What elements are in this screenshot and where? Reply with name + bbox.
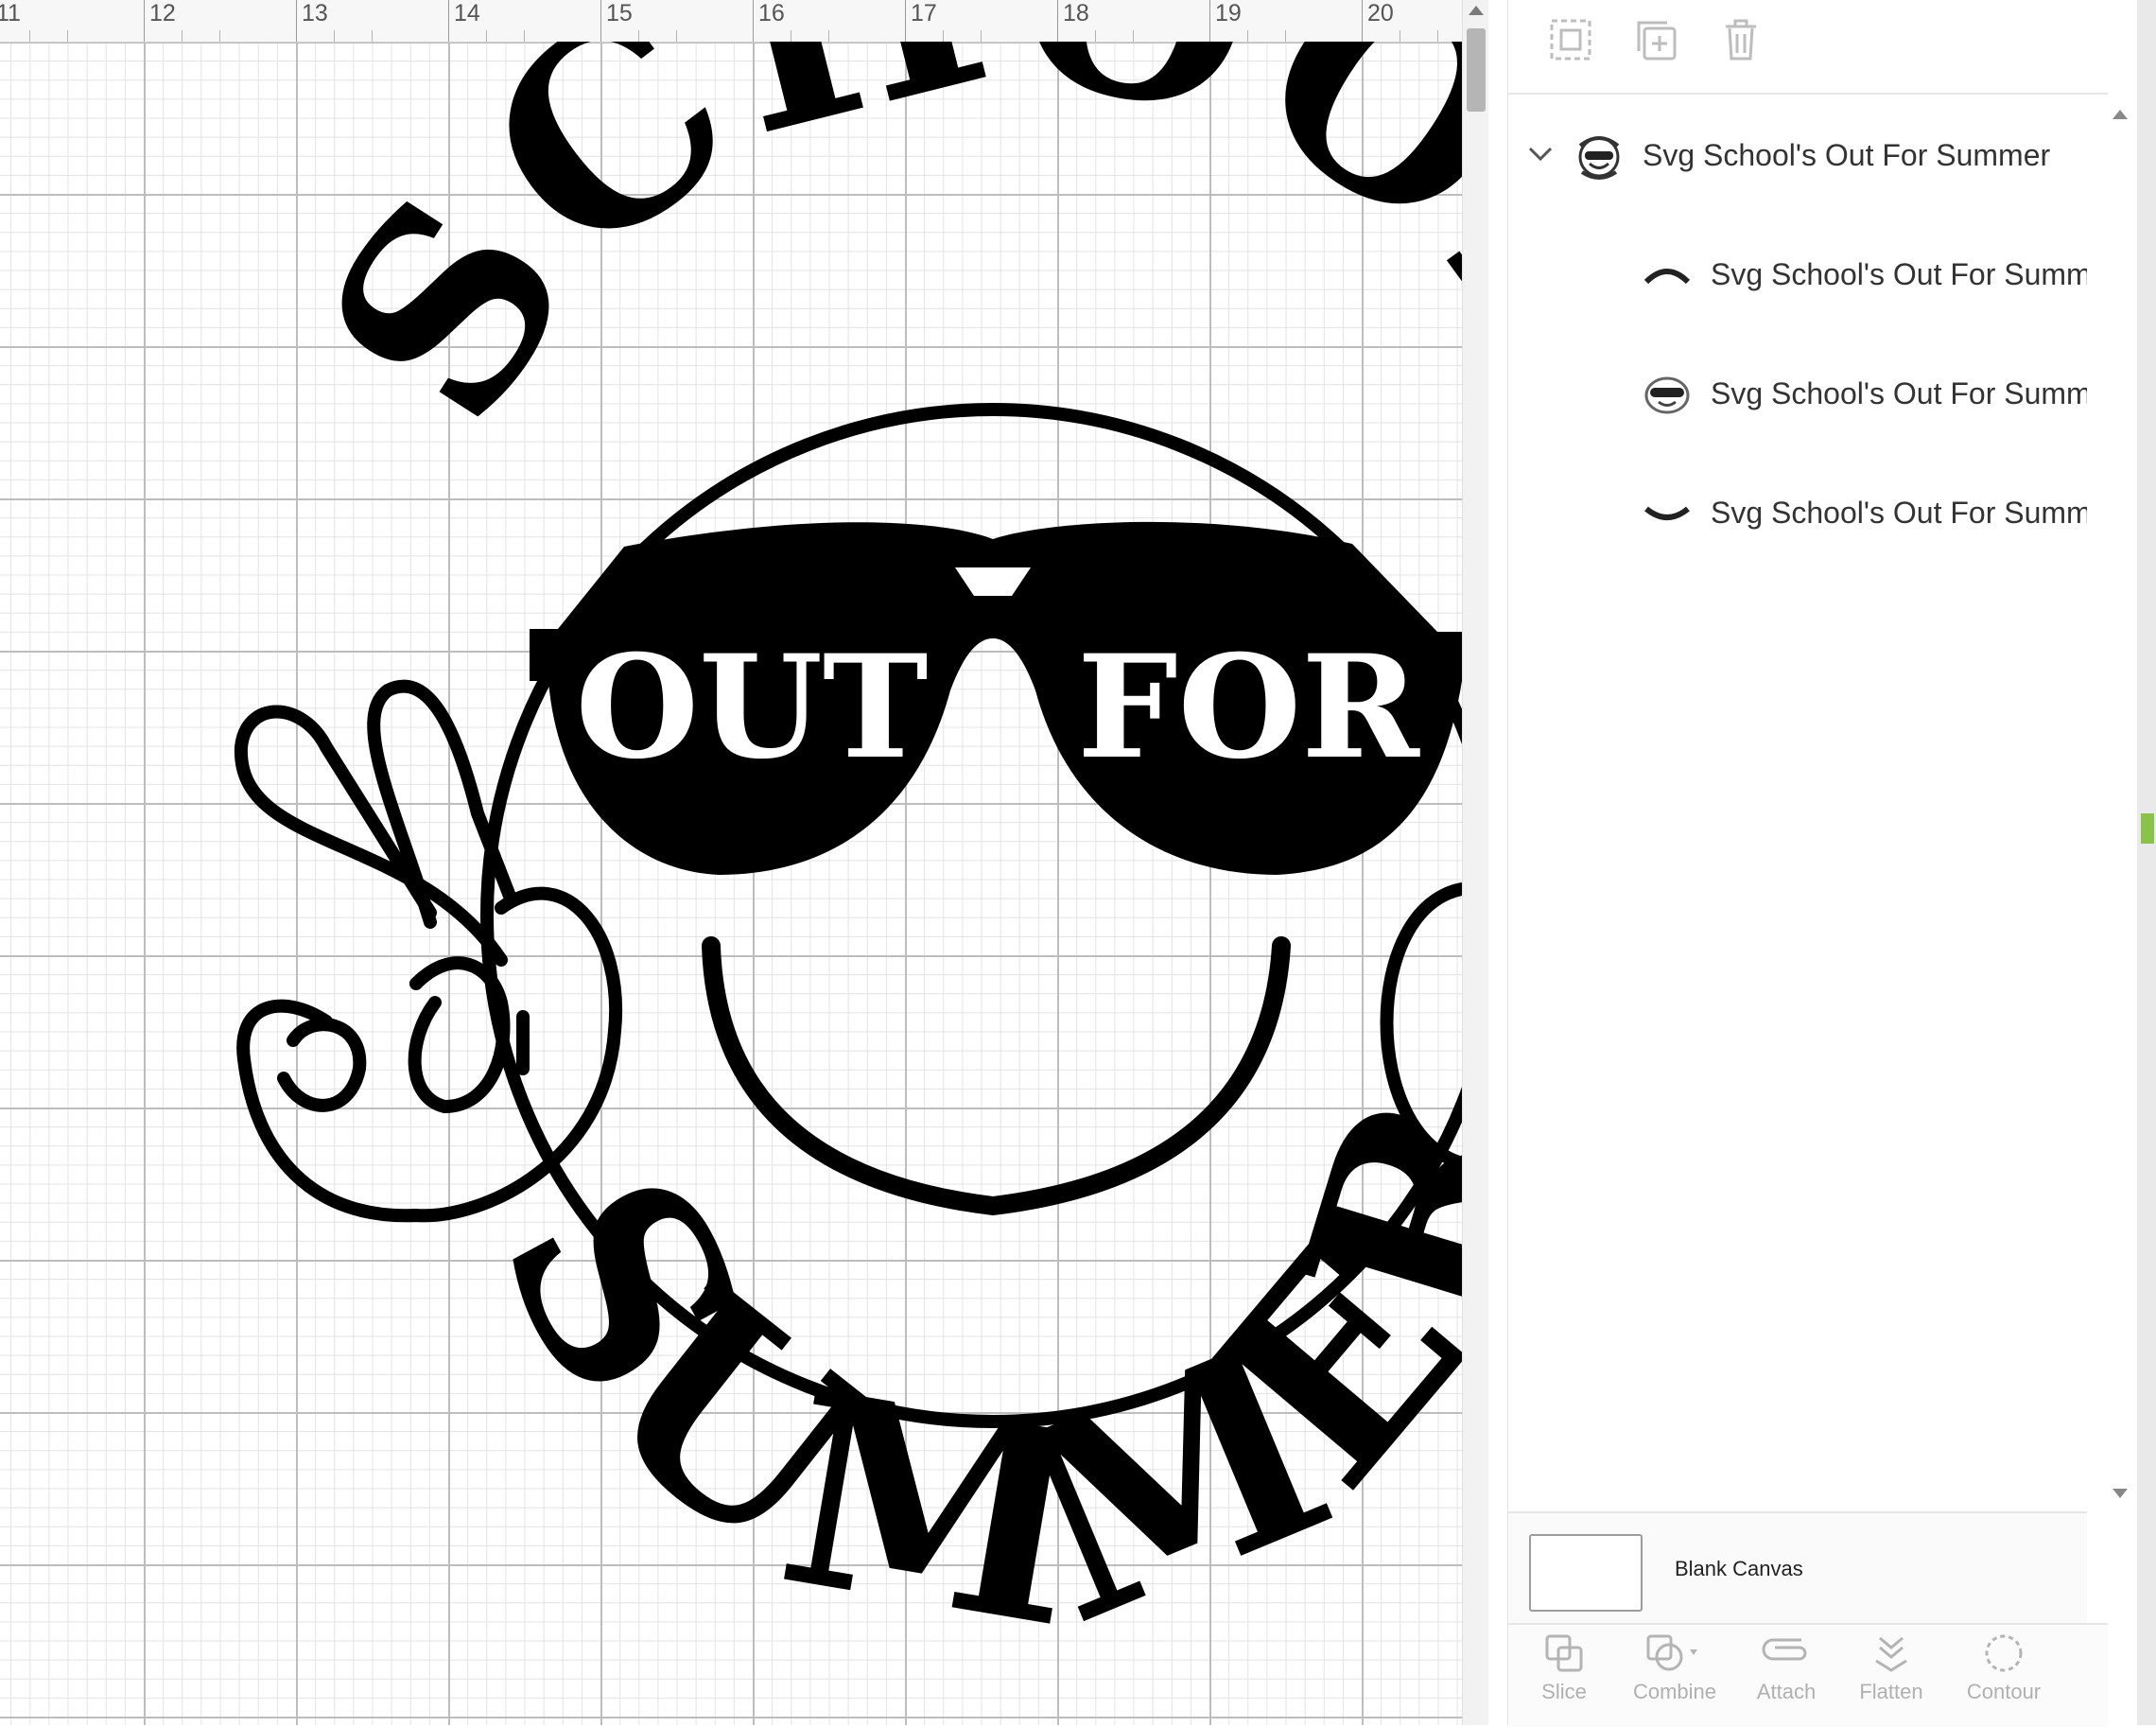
attach-icon bbox=[1762, 1638, 1807, 1661]
right-edge-strip bbox=[2137, 0, 2156, 1725]
layer-row[interactable]: Svg School's Out For Summer bbox=[1508, 229, 2087, 323]
layer-row[interactable]: Svg School's Out For Summer bbox=[1508, 467, 2087, 562]
design-canvas[interactable]: 11 12 13 14 15 16 17 18 19 20 bbox=[0, 0, 1488, 1725]
scroll-up-arrow-icon[interactable] bbox=[1469, 6, 1484, 15]
ruler-label: 13 bbox=[302, 0, 328, 26]
layers-panel-inner: Svg School's Out For Summer Svg School's… bbox=[1507, 0, 2108, 1727]
layer-label: Svg School's Out For Summer bbox=[1711, 376, 2087, 410]
ruler-label: 19 bbox=[1215, 0, 1242, 26]
canvas-row[interactable]: Blank Canvas bbox=[1508, 1511, 2087, 1623]
flatten-button[interactable]: Flatten bbox=[1841, 1632, 1941, 1704]
group-icon[interactable] bbox=[1546, 15, 1595, 64]
ruler-label: 12 bbox=[149, 0, 176, 26]
layer-group-row[interactable]: Svg School's Out For Summer bbox=[1508, 110, 2087, 204]
canvas-label: Blank Canvas bbox=[1675, 1557, 1803, 1580]
ruler-label: 16 bbox=[758, 0, 785, 26]
bottom-toolbar: Slice Combine Attach Flatten Contour bbox=[1508, 1623, 2108, 1727]
duplicate-icon[interactable] bbox=[1631, 15, 1680, 64]
layer-list: Svg School's Out For Summer Svg School's… bbox=[1508, 95, 2087, 1513]
school-out-summer-design[interactable]: OUT FOR SCHOOL'S SUMMER bbox=[0, 42, 1462, 1725]
layer-label: Svg School's Out For Summer bbox=[1711, 257, 2087, 291]
list-scroll-up-icon[interactable] bbox=[2111, 106, 2130, 121]
ruler-label: 15 bbox=[606, 0, 633, 26]
canvas-vertical-scrollbar[interactable] bbox=[1462, 0, 1489, 1725]
layer-group-label: Svg School's Out For Summer bbox=[1643, 138, 2051, 172]
list-scroll-down-icon[interactable] bbox=[2111, 1487, 2130, 1502]
contour-button[interactable]: Contour bbox=[1949, 1632, 2059, 1704]
layer-thumbnail-icon bbox=[1643, 269, 1691, 285]
ruler-label: 18 bbox=[1063, 0, 1089, 26]
peace-hand bbox=[234, 679, 623, 1223]
ruler-label: 11 bbox=[0, 0, 21, 26]
layer-row[interactable]: Svg School's Out For Summer bbox=[1508, 348, 2087, 443]
layer-thumbnail-icon bbox=[1644, 376, 1690, 414]
ruler-label: 14 bbox=[454, 0, 480, 26]
layer-label: Svg School's Out For Summer bbox=[1711, 496, 2087, 530]
ruler-label: 20 bbox=[1367, 0, 1394, 26]
combine-button[interactable]: Combine bbox=[1618, 1632, 1731, 1704]
delete-icon[interactable] bbox=[1716, 15, 1765, 64]
combine-icon bbox=[1646, 1634, 1697, 1671]
layer-thumbnail-icon bbox=[1578, 136, 1620, 180]
layers-toolbar bbox=[1508, 0, 2108, 95]
slice-button[interactable]: Slice bbox=[1521, 1632, 1607, 1704]
smiley-mouth bbox=[702, 936, 1291, 1216]
top-arch-text: SCHOOL'S bbox=[0, 42, 1462, 514]
horizontal-ruler: 11 12 13 14 15 16 17 18 19 20 bbox=[0, 0, 1462, 43]
canvas-swatch[interactable] bbox=[1529, 1534, 1643, 1612]
slice-icon bbox=[1545, 1634, 1583, 1672]
scroll-thumb[interactable] bbox=[1467, 28, 1486, 112]
ruler-label: 17 bbox=[911, 0, 937, 26]
panel-resize-handle[interactable] bbox=[2141, 813, 2154, 844]
glasses-text-right: FOR bbox=[1077, 624, 1420, 791]
contour-icon bbox=[1985, 1634, 2023, 1672]
attach-button[interactable]: Attach bbox=[1739, 1632, 1834, 1704]
chevron-down-icon[interactable] bbox=[1527, 146, 1554, 163]
bottom-arch-text: SUMMER bbox=[440, 1055, 1462, 1689]
glasses-text-left: OUT bbox=[575, 624, 928, 791]
layers-panel: Svg School's Out For Summer Svg School's… bbox=[1488, 0, 2156, 1727]
flatten-icon bbox=[1875, 1636, 1907, 1672]
layer-thumbnail-icon bbox=[1644, 506, 1690, 520]
